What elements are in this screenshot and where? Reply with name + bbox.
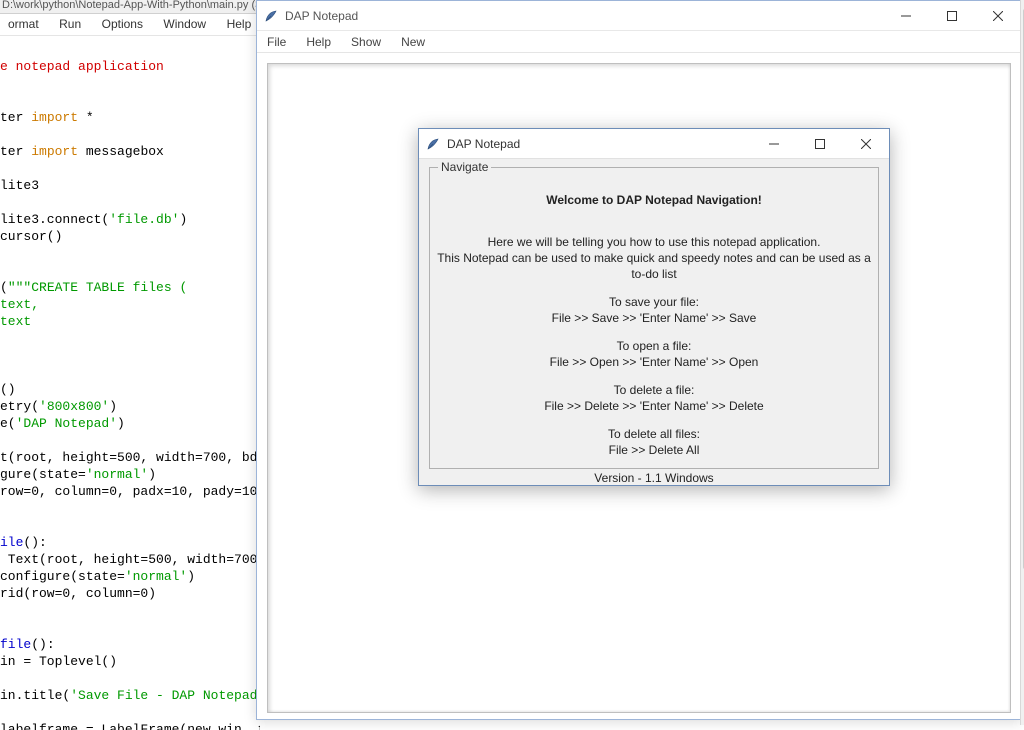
menu-help[interactable]: Help — [296, 35, 341, 49]
idle-menu-options[interactable]: Options — [94, 14, 151, 34]
feather-icon — [425, 136, 441, 152]
navigate-frame: Navigate Welcome to DAP Notepad Navigati… — [429, 167, 879, 469]
navigate-delete-heading: To delete a file: — [430, 382, 878, 398]
navigate-save-line: File >> Save >> 'Enter Name' >> Save — [430, 310, 878, 326]
navigate-welcome: Welcome to DAP Notepad Navigation! — [430, 192, 878, 208]
dialog-close-button[interactable] — [843, 129, 889, 158]
maximize-button[interactable] — [929, 1, 975, 30]
menu-file[interactable]: File — [257, 35, 296, 49]
menu-new[interactable]: New — [391, 35, 435, 49]
vertical-scrollbar[interactable] — [1020, 0, 1024, 725]
navigate-version: Version - 1.1 Windows — [430, 470, 878, 486]
dap-main-titlebar[interactable]: DAP Notepad — [257, 1, 1021, 31]
minimize-button[interactable] — [883, 1, 929, 30]
navigate-legend: Navigate — [438, 160, 491, 174]
idle-menu-help[interactable]: Help — [219, 14, 260, 34]
menu-show[interactable]: Show — [341, 35, 391, 49]
navigate-intro1: Here we will be telling you how to use t… — [430, 234, 878, 250]
navigate-intro2: This Notepad can be used to make quick a… — [430, 250, 878, 282]
dialog-titlebar[interactable]: DAP Notepad — [419, 129, 889, 159]
navigate-open-line: File >> Open >> 'Enter Name' >> Open — [430, 354, 878, 370]
idle-menu-run[interactable]: Run — [51, 14, 89, 34]
dialog-minimize-button[interactable] — [751, 129, 797, 158]
close-button[interactable] — [975, 1, 1021, 30]
dap-main-title: DAP Notepad — [285, 9, 883, 23]
idle-menu-format[interactable]: ormat — [0, 14, 47, 34]
navigate-deleteall-line: File >> Delete All — [430, 442, 878, 458]
idle-menu-window[interactable]: Window — [155, 14, 214, 34]
navigate-open-heading: To open a file: — [430, 338, 878, 354]
navigate-deleteall-heading: To delete all files: — [430, 426, 878, 442]
dialog-maximize-button[interactable] — [797, 129, 843, 158]
dap-navigate-dialog: DAP Notepad Navigate Welcome to DAP Note… — [418, 128, 890, 486]
navigate-save-heading: To save your file: — [430, 294, 878, 310]
dap-main-menubar: File Help Show New — [257, 31, 1021, 53]
navigate-body: Welcome to DAP Notepad Navigation! Here … — [430, 192, 878, 486]
navigate-delete-line: File >> Delete >> 'Enter Name' >> Delete — [430, 398, 878, 414]
dialog-title: DAP Notepad — [447, 137, 751, 151]
idle-code-area[interactable]: e notepad application ter import * ter i… — [0, 40, 260, 730]
feather-icon — [263, 8, 279, 24]
